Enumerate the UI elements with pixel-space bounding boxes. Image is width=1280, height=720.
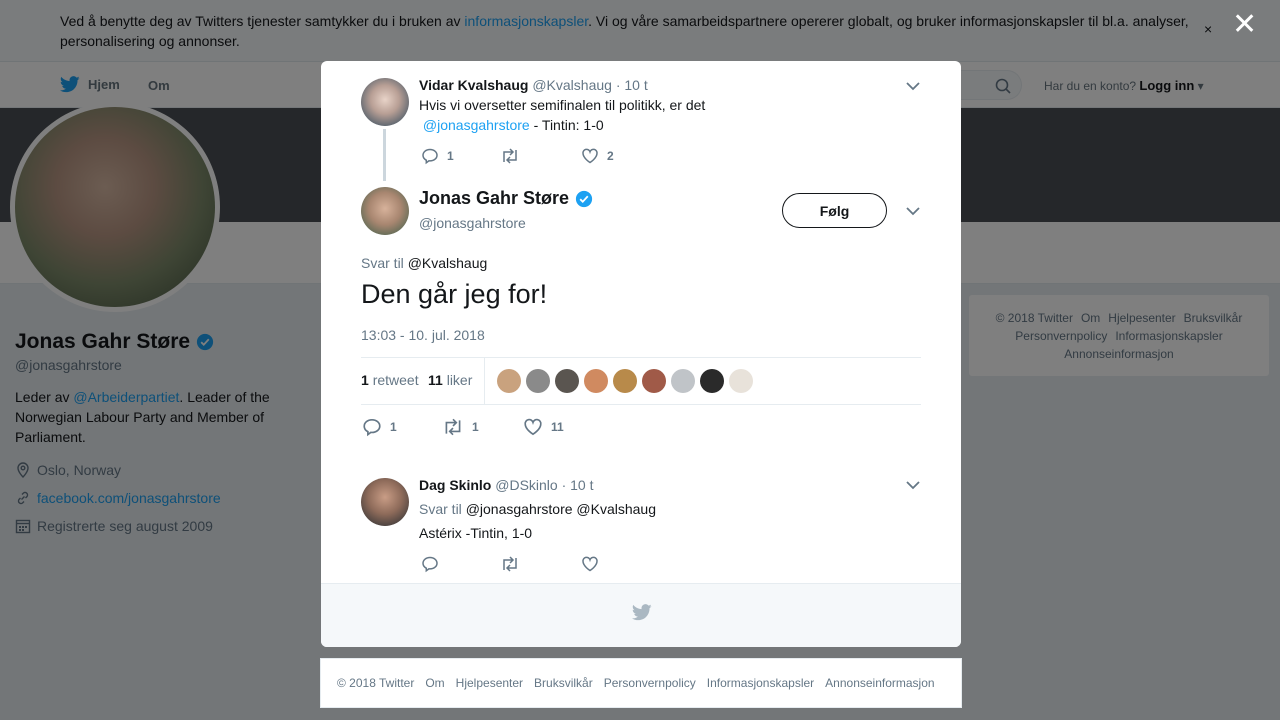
heart-icon — [582, 148, 598, 164]
retweet-icon — [503, 148, 517, 164]
like-action[interactable] — [581, 555, 599, 573]
chevron-down-icon[interactable] — [906, 480, 920, 490]
reply-user-link[interactable]: @Kvalshaug — [408, 255, 488, 271]
liker-avatar[interactable] — [729, 369, 753, 393]
retweet-icon — [503, 556, 517, 572]
bottom-footer: © 2018 Twitter Om Hjelpesenter Bruksvilk… — [320, 658, 962, 708]
reply-context: Svar til @Kvalshaug — [361, 255, 488, 271]
reply-icon — [363, 418, 381, 437]
liker-avatar[interactable] — [700, 369, 724, 393]
thread-line — [383, 129, 386, 181]
reply-users-link[interactable]: @jonasgahrstore @Kvalshaug — [466, 501, 656, 517]
liker-avatars — [497, 369, 753, 393]
follow-button[interactable]: Følg — [782, 193, 887, 228]
tweet-permalink-modal: Vidar Kvalshaug @Kvalshaug · 10 t Hvis v… — [321, 61, 961, 647]
chevron-down-icon[interactable] — [906, 81, 920, 91]
chevron-down-icon[interactable] — [906, 206, 920, 216]
retweet-count[interactable]: 1 retweet — [361, 372, 419, 388]
tweet-time[interactable]: · 10 t — [616, 77, 648, 93]
verified-badge-icon — [575, 190, 593, 207]
reply-context: Svar til @jonasgahrstore @Kvalshaug — [419, 501, 656, 517]
footer-link[interactable]: Annonseinformasjon — [825, 676, 934, 690]
liker-avatar[interactable] — [555, 369, 579, 393]
avatar[interactable] — [361, 187, 409, 235]
tweet-author-name[interactable]: Vidar Kvalshaug — [419, 77, 528, 93]
footer-link[interactable]: Om — [425, 676, 444, 690]
reply-action[interactable]: 1 — [421, 147, 454, 165]
retweet-action[interactable] — [500, 147, 528, 165]
like-count[interactable]: 11 liker — [428, 372, 472, 388]
liker-avatar[interactable] — [642, 369, 666, 393]
tweet-author-handle[interactable]: @Kvalshaug — [532, 77, 612, 93]
reply-icon — [422, 148, 438, 165]
footer-link[interactable]: © 2018 Twitter — [337, 676, 414, 690]
tweet-text: Den går jeg for! — [361, 279, 548, 309]
footer-link[interactable]: Informasjonskapsler — [707, 676, 814, 690]
tweet-header: Vidar Kvalshaug @Kvalshaug · 10 t — [419, 77, 648, 93]
modal-footer — [321, 583, 961, 647]
tweet-text: Astérix -Tintin, 1-0 — [419, 525, 533, 541]
tweet-author-name[interactable]: Jonas Gahr Støre — [419, 188, 593, 209]
close-modal-button[interactable]: ✕ — [1232, 10, 1257, 40]
tweet-text: Hvis vi oversetter semifinalen til polit… — [419, 97, 706, 133]
footer-link[interactable]: Personvernpolicy — [604, 676, 696, 690]
retweet-action[interactable]: 1 — [442, 417, 479, 437]
like-action[interactable]: 11 — [523, 417, 564, 437]
reply-action[interactable]: 1 — [362, 417, 397, 437]
tweet-author-handle[interactable]: @jonasgahrstore — [419, 215, 526, 231]
footer-link[interactable]: Hjelpesenter — [456, 676, 523, 690]
tweet-author-name[interactable]: Dag Skinlo — [419, 477, 491, 493]
liker-avatar[interactable] — [526, 369, 550, 393]
avatar[interactable] — [361, 478, 409, 526]
liker-avatar[interactable] — [584, 369, 608, 393]
tweet-author-handle[interactable]: @DSkinlo — [495, 477, 557, 493]
retweet-action[interactable] — [500, 555, 520, 573]
tweet-timestamp[interactable]: 13:03 - 10. jul. 2018 — [361, 327, 485, 343]
like-action[interactable]: 2 — [581, 147, 614, 165]
tweet-time[interactable]: · 10 t — [562, 477, 594, 493]
twitter-bird-icon — [632, 604, 652, 621]
liker-avatar[interactable] — [613, 369, 637, 393]
tweet-header: Dag Skinlo @DSkinlo · 10 t — [419, 477, 594, 493]
heart-icon — [582, 556, 598, 572]
heart-icon — [524, 418, 542, 436]
reply-action[interactable] — [421, 555, 439, 573]
reply-icon — [422, 556, 438, 573]
tweet-stats: 1 retweet 11 liker — [361, 357, 921, 405]
liker-avatar[interactable] — [671, 369, 695, 393]
mention-link[interactable]: @jonasgahrstore — [423, 117, 530, 133]
divider — [484, 358, 485, 404]
retweet-icon — [445, 418, 461, 436]
liker-avatar[interactable] — [497, 369, 521, 393]
footer-link[interactable]: Bruksvilkår — [534, 676, 593, 690]
avatar[interactable] — [361, 78, 409, 126]
